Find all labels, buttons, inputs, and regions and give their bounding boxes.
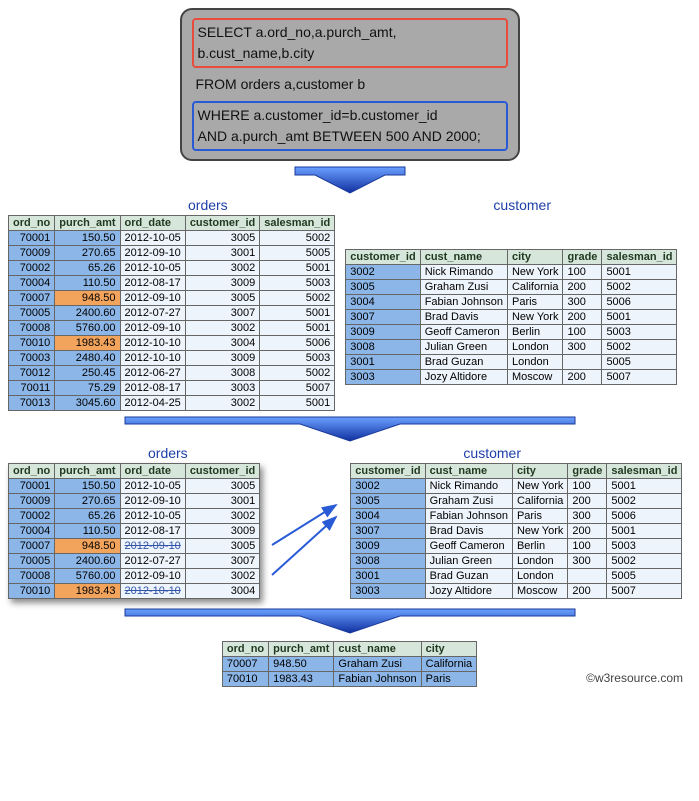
- col-header: cust_name: [420, 250, 507, 265]
- result-table: ord_nopurch_amtcust_namecity70007948.50G…: [222, 641, 477, 687]
- table-row: 3009Geoff CameronBerlin1005003: [351, 539, 682, 554]
- table-row: 70007948.50Graham ZusiCalifornia: [222, 657, 476, 672]
- col-header: salesman_id: [602, 250, 677, 265]
- col-header: grade: [563, 250, 602, 265]
- sql-where-clause: WHERE a.customer_id=b.customer_id AND a.…: [192, 101, 508, 151]
- col-header: cust_name: [425, 464, 512, 479]
- orders-label: orders: [148, 445, 188, 461]
- col-header: grade: [568, 464, 607, 479]
- table-row: 700101983.432012-10-1030045006: [9, 336, 335, 351]
- sql-text: b.cust_name,b.city: [198, 43, 502, 64]
- customer-label: customer: [463, 445, 521, 461]
- table-row: 70009270.652012-09-103001: [9, 494, 260, 509]
- col-header: ord_no: [9, 464, 55, 479]
- sql-text: AND a.purch_amt BETWEEN 500 AND 2000;: [198, 126, 502, 147]
- orders-table: ord_nopurch_amtord_datecustomer_idsalesm…: [8, 215, 335, 411]
- flow-arrow-icon: [290, 165, 410, 195]
- col-header: purch_amt: [269, 642, 334, 657]
- table-row: 700032480.402012-10-1030095003: [9, 351, 335, 366]
- col-header: customer_id: [185, 464, 259, 479]
- table-row: 3009Geoff CameronBerlin1005003: [346, 325, 677, 340]
- table-row: 3004Fabian JohnsonParis3005006: [346, 295, 677, 310]
- table-row: 3007Brad DavisNew York2005001: [351, 524, 682, 539]
- table-row: 70004110.502012-08-1730095003: [9, 276, 335, 291]
- table-row: 3005Graham ZusiCalifornia2005002: [351, 494, 682, 509]
- table-row: 3001Brad GuzanLondon5005: [346, 355, 677, 370]
- customer-table: customer_idcust_namecitygradesalesman_id…: [345, 249, 677, 385]
- footer-credit: ©w3resource.com: [586, 671, 683, 685]
- orders-torn-table: ord_nopurch_amtord_datecustomer_id700011…: [8, 463, 260, 599]
- col-header: salesman_id: [260, 216, 335, 231]
- col-header: purch_amt: [55, 464, 120, 479]
- tables-row-1: ord_nopurch_amtord_datecustomer_idsalesm…: [8, 215, 691, 411]
- table-row: 70004110.502012-08-173009: [9, 524, 260, 539]
- table-row: 3007Brad DavisNew York2005001: [346, 310, 677, 325]
- flow-arrow-icon: [120, 415, 580, 443]
- table-row: 70012250.452012-06-2730085002: [9, 366, 335, 381]
- table-row: 3003Jozy AltidoreMoscow2005007: [351, 584, 682, 599]
- col-header: cust_name: [334, 642, 421, 657]
- table-row: 700101983.43Fabian JohnsonParis: [222, 672, 476, 687]
- table-row: 70001150.502012-10-053005: [9, 479, 260, 494]
- table-row: 3004Fabian JohnsonParis3005006: [351, 509, 682, 524]
- table-row: 7000265.262012-10-053002: [9, 509, 260, 524]
- table-row: 3001Brad GuzanLondon5005: [351, 569, 682, 584]
- table-row: 7000265.262012-10-0530025001: [9, 261, 335, 276]
- table-row: 3002Nick RimandoNew York1005001: [346, 265, 677, 280]
- orders-label: orders: [188, 197, 228, 213]
- col-header: customer_id: [346, 250, 420, 265]
- sql-text: SELECT a.ord_no,a.purch_amt,: [198, 22, 502, 43]
- col-header: city: [512, 464, 567, 479]
- table-row: 7001175.292012-08-1730035007: [9, 381, 335, 396]
- table-row: 3003Jozy AltidoreMoscow2005007: [346, 370, 677, 385]
- table-row: 70007948.502012-09-103005: [9, 539, 260, 554]
- customer-table: customer_idcust_namecitygradesalesman_id…: [350, 463, 682, 599]
- table-row: 3005Graham ZusiCalifornia2005002: [346, 280, 677, 295]
- col-header: salesman_id: [607, 464, 682, 479]
- col-header: city: [507, 250, 562, 265]
- sql-select-clause: SELECT a.ord_no,a.purch_amt, b.cust_name…: [192, 18, 508, 68]
- table-row: 700133045.602012-04-2530025001: [9, 396, 335, 411]
- table-row: 70009270.652012-09-1030015005: [9, 246, 335, 261]
- col-header: ord_date: [120, 464, 185, 479]
- sql-from-clause: FROM orders a,customer b: [192, 72, 508, 97]
- col-header: ord_no: [222, 642, 268, 657]
- table-row: 700101983.432012-10-103004: [9, 584, 260, 599]
- col-header: ord_no: [9, 216, 55, 231]
- table-row: 3008Julian GreenLondon3005002: [351, 554, 682, 569]
- col-header: city: [421, 642, 476, 657]
- table-row: 70007948.502012-09-1030055002: [9, 291, 335, 306]
- customer-label: customer: [493, 197, 551, 213]
- table-row: 700085760.002012-09-103002: [9, 569, 260, 584]
- table-row: 700085760.002012-09-1030025001: [9, 321, 335, 336]
- table-row: 70001150.502012-10-0530055002: [9, 231, 335, 246]
- sql-text: WHERE a.customer_id=b.customer_id: [198, 105, 502, 126]
- tables-row-2: ord_nopurch_amtord_datecustomer_id700011…: [8, 463, 691, 599]
- table-row: 700052400.602012-07-273007: [9, 554, 260, 569]
- table-row: 3002Nick RimandoNew York1005001: [351, 479, 682, 494]
- table-row: 3008Julian GreenLondon3005002: [346, 340, 677, 355]
- join-arrows-icon: [270, 475, 340, 588]
- col-header: customer_id: [351, 464, 425, 479]
- table-row: 700052400.602012-07-2730075001: [9, 306, 335, 321]
- col-header: purch_amt: [55, 216, 120, 231]
- sql-query-block: SELECT a.ord_no,a.purch_amt, b.cust_name…: [180, 8, 520, 161]
- col-header: ord_date: [120, 216, 185, 231]
- col-header: customer_id: [185, 216, 259, 231]
- flow-arrow-icon: [120, 607, 580, 635]
